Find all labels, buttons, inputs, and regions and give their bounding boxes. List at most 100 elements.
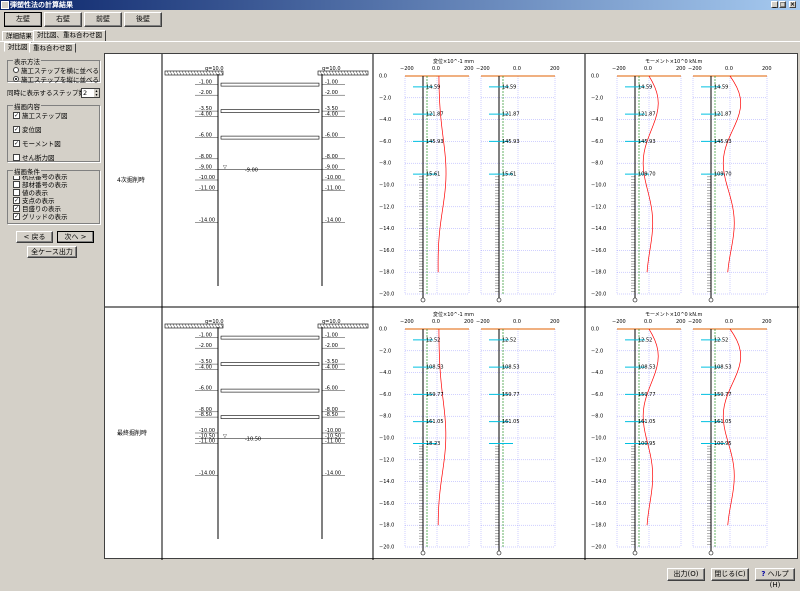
close-button[interactable]: × — [789, 1, 796, 8]
value-annotation: 145.93 — [502, 139, 520, 145]
tab-comparison[interactable]: 対比図、重ね合わせ図 — [33, 30, 106, 41]
radio-vertical[interactable]: 施工ステップを縦に並べる — [13, 75, 99, 84]
y-tick-label: −2.0 — [379, 348, 391, 354]
y-tick-label: −18.0 — [591, 523, 606, 529]
tab-details[interactable]: 詳細結果 — [2, 31, 36, 41]
front-wall-button[interactable]: 前壁 — [84, 12, 122, 27]
checkbox[interactable] — [13, 153, 20, 161]
y-tick-label: −10.0 — [379, 183, 394, 189]
radio-horizontal[interactable]: 施工ステップを横に並べる — [13, 66, 99, 75]
checkbox[interactable]: ✓ — [13, 196, 20, 204]
help-button[interactable]: ? ヘルプ(H) — [755, 568, 795, 589]
draw-content-item[interactable]: ✓ 施工ステップ図 — [13, 111, 99, 120]
checkbox[interactable]: ✓ — [13, 212, 20, 220]
support-icon — [708, 550, 714, 556]
support-icon — [496, 550, 502, 556]
y-tick-label: −8.0 — [379, 161, 391, 167]
output-button[interactable]: 出力(O) — [667, 568, 705, 581]
value-annotation: 161.05 — [638, 419, 656, 425]
disp-chart-title: 変位×10^-1 mm — [433, 58, 474, 65]
draw-content-item[interactable]: ✓ モーメント図 — [13, 139, 99, 148]
draw-conditions-group: 描画条件 杭点番号の表示 部材番号の表示 値の表示 ✓ 支点の表示 ✓ 目盛りの表示 ✓ グリッ… — [7, 166, 100, 224]
spinner-arrows-icon[interactable]: ▴ ▾ — [94, 89, 99, 97]
x-tick-label: −200 — [612, 66, 626, 72]
y-tick-label: −14.0 — [379, 226, 394, 232]
radio-vertical-circle[interactable] — [13, 75, 19, 82]
hatch-mark — [196, 323, 200, 329]
radio-vertical-label: 施工ステップを縦に並べる — [21, 75, 99, 84]
disp-chart — [404, 75, 556, 303]
hatch-mark — [199, 323, 203, 329]
x-tick-label: 0.0 — [432, 319, 440, 325]
x-tick-label: 200 — [464, 66, 474, 72]
y-tick-label: 0.0 — [379, 327, 387, 333]
next-button[interactable]: 次へ > — [57, 231, 94, 243]
y-tick-label: −8.0 — [591, 161, 603, 167]
checkbox[interactable]: ✓ — [13, 139, 20, 147]
checkbox[interactable]: ✓ — [13, 204, 20, 212]
hatch-mark — [352, 323, 356, 329]
x-tick-label: 0.0 — [725, 66, 733, 72]
y-tick-label: −4.0 — [379, 117, 391, 123]
all-cases-button[interactable]: 全ケース出力 — [27, 246, 77, 258]
x-tick-label: 0.0 — [725, 319, 733, 325]
hatch-mark — [178, 70, 182, 76]
hatch-mark — [181, 70, 185, 76]
checkbox[interactable] — [13, 188, 20, 196]
x-tick-label: −200 — [612, 319, 626, 325]
right-wall-button[interactable]: 右壁 — [44, 12, 82, 27]
checkbox[interactable]: ✓ — [13, 111, 20, 119]
support-icon — [708, 297, 714, 303]
maximize-button[interactable]: □ — [779, 1, 786, 8]
hatch-mark — [349, 323, 353, 329]
checkbox[interactable] — [13, 180, 20, 188]
y-tick-label: −4.0 — [591, 117, 603, 123]
hatch-mark — [175, 323, 179, 329]
hatch-mark — [340, 323, 344, 329]
level-label-right: -10.00 — [325, 175, 341, 181]
support-icon — [420, 550, 426, 556]
level-label-left: -11.00 — [199, 439, 215, 445]
value-annotation: 145.93 — [714, 139, 732, 145]
y-tick-label: −12.0 — [591, 204, 606, 210]
level-label-left: -2.00 — [199, 343, 212, 349]
tab-overlay[interactable]: 重ね合わせ図 — [29, 43, 76, 53]
excavation-label: -10.50 — [245, 436, 261, 442]
tab-contrast[interactable]: 対比図 — [4, 42, 32, 52]
y-tick-label: −20.0 — [591, 545, 606, 551]
y-tick-label: −16.0 — [591, 248, 606, 254]
case-label: 最終掘削時 — [117, 429, 147, 437]
hatch-mark — [172, 70, 176, 76]
value-annotation: 121.87 — [426, 112, 444, 118]
draw-conditions-item[interactable]: ✓ グリッドの表示 — [13, 212, 99, 221]
y-tick-label: −10.0 — [591, 436, 606, 442]
value-annotation: 14.59 — [638, 84, 652, 90]
prev-button[interactable]: < 戻る — [16, 231, 53, 243]
close-dialog-button[interactable]: 閉じる(C) — [711, 568, 749, 581]
value-annotation: 121.87 — [638, 112, 656, 118]
y-tick-label: −12.0 — [379, 457, 394, 463]
steps-spinner[interactable]: 2 ▴ ▾ — [81, 88, 100, 98]
checkbox[interactable]: ✓ — [13, 125, 20, 133]
value-annotation: 14.59 — [714, 84, 728, 90]
support-icon — [632, 550, 638, 556]
y-tick-label: −14.0 — [591, 226, 606, 232]
mom-curve — [642, 328, 659, 526]
minimize-button[interactable]: _ — [771, 1, 778, 8]
y-tick-label: −2.0 — [591, 348, 603, 354]
level-label-left: -1.00 — [199, 333, 212, 339]
value-annotation: 108.53 — [502, 365, 520, 371]
level-label-left: -1.00 — [199, 80, 212, 86]
draw-content-item[interactable]: せん断力図 — [13, 153, 99, 162]
back-wall-button[interactable]: 後壁 — [124, 12, 162, 27]
y-tick-label: −14.0 — [379, 479, 394, 485]
y-tick-label: −12.0 — [591, 457, 606, 463]
mom-chart-title: モーメント×10^0 kN.m — [645, 312, 703, 318]
radio-horizontal-circle[interactable] — [13, 66, 19, 73]
y-tick-label: −14.0 — [591, 479, 606, 485]
left-wall-button[interactable]: 左壁 — [4, 12, 42, 27]
draw-content-item[interactable]: ✓ 変位図 — [13, 125, 99, 134]
display-method-title: 表示方法 — [13, 56, 41, 66]
level-label-right: -2.00 — [325, 90, 338, 96]
level-label-right: -4.00 — [325, 111, 338, 117]
